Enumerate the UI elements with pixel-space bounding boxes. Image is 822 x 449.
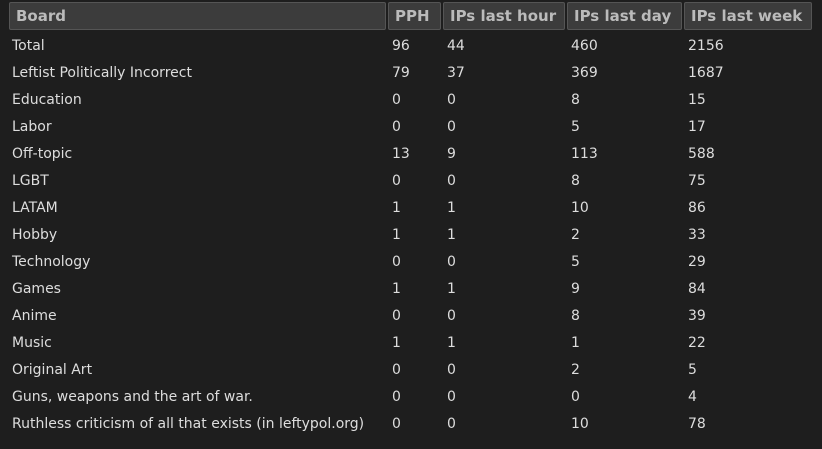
ips-last-hour-cell: 0	[447, 388, 456, 405]
board-name-cell: Leftist Politically Incorrect	[12, 64, 192, 81]
board-name-cell: Original Art	[12, 361, 93, 378]
table-row: Games 1 1 9 84	[9, 275, 812, 302]
pph-cell: 1	[392, 226, 401, 243]
ips-last-hour-cell: 0	[447, 253, 456, 270]
ips-last-week-cell: 17	[688, 118, 706, 135]
ips-last-week-cell: 75	[688, 172, 706, 189]
ips-last-day-cell: 369	[571, 64, 598, 81]
pph-cell: 0	[392, 253, 401, 270]
board-name-cell: Guns, weapons and the art of war.	[12, 388, 253, 405]
ips-last-hour-cell: 0	[447, 172, 456, 189]
table-row: Anime 0 0 8 39	[9, 302, 812, 329]
table-row: Hobby 1 1 2 33	[9, 221, 812, 248]
pph-cell: 0	[392, 361, 401, 378]
pph-cell: 0	[392, 172, 401, 189]
column-header-pph[interactable]: PPH	[388, 2, 441, 30]
ips-last-hour-cell: 37	[447, 64, 465, 81]
pph-cell: 0	[392, 91, 401, 108]
ips-last-hour-cell: 44	[447, 37, 465, 54]
ips-last-week-cell: 86	[688, 199, 706, 216]
pph-cell: 96	[392, 37, 410, 54]
ips-last-week-cell: 39	[688, 307, 706, 324]
column-header-ips-last-hour[interactable]: IPs last hour	[443, 2, 565, 30]
pph-cell: 0	[392, 307, 401, 324]
ips-last-week-cell: 1687	[688, 64, 724, 81]
table-row: Original Art 0 0 2 5	[9, 356, 812, 383]
ips-last-hour-cell: 1	[447, 199, 456, 216]
pph-cell: 1	[392, 199, 401, 216]
ips-last-hour-cell: 0	[447, 91, 456, 108]
table-row: LATAM 1 1 10 86	[9, 194, 812, 221]
ips-last-week-cell: 29	[688, 253, 706, 270]
ips-last-day-cell: 8	[571, 172, 580, 189]
table-row: LGBT 0 0 8 75	[9, 167, 812, 194]
board-name-cell: Ruthless criticism of all that exists (i…	[12, 415, 365, 432]
table-row: Leftist Politically Incorrect 79 37 369 1687	[9, 59, 812, 86]
board-name-cell: Labor	[12, 118, 52, 135]
ips-last-day-cell: 2	[571, 226, 580, 243]
table-row: Total 96 44 460 2156	[9, 30, 812, 59]
ips-last-day-cell: 5	[571, 118, 580, 135]
board-name-cell: LATAM	[12, 199, 58, 216]
board-name-cell: Off-topic	[12, 145, 73, 162]
table-body: Total 96 44 460 2156 Leftist Politically Inco…	[9, 30, 812, 437]
ips-last-week-cell: 4	[688, 388, 697, 405]
ips-last-hour-cell: 1	[447, 280, 456, 297]
board-stats-container: Board PPH IPs last hour IPs last day IPs…	[7, 2, 814, 437]
ips-last-day-cell: 113	[571, 145, 598, 162]
board-name-cell: Music	[12, 334, 52, 351]
ips-last-week-cell: 588	[688, 145, 715, 162]
ips-last-day-cell: 8	[571, 91, 580, 108]
ips-last-hour-cell: 0	[447, 415, 456, 432]
table-row: Guns, weapons and the art of war. 0 0 0 4	[9, 383, 812, 410]
ips-last-day-cell: 2	[571, 361, 580, 378]
board-stats-table: Board PPH IPs last hour IPs last day IPs…	[7, 2, 814, 437]
column-header-ips-last-day[interactable]: IPs last day	[567, 2, 682, 30]
ips-last-day-cell: 460	[571, 37, 598, 54]
ips-last-hour-cell: 0	[447, 361, 456, 378]
ips-last-day-cell: 1	[571, 334, 580, 351]
board-name-cell: Anime	[12, 307, 57, 324]
table-row: Education 0 0 8 15	[9, 86, 812, 113]
board-name-cell: Games	[12, 280, 61, 297]
table-row: Ruthless criticism of all that exists (i…	[9, 410, 812, 437]
ips-last-week-cell: 15	[688, 91, 706, 108]
ips-last-day-cell: 10	[571, 199, 589, 216]
pph-cell: 79	[392, 64, 410, 81]
ips-last-hour-cell: 1	[447, 226, 456, 243]
board-name-cell: Education	[12, 91, 82, 108]
board-name-cell: Total	[12, 37, 45, 54]
ips-last-week-cell: 78	[688, 415, 706, 432]
pph-cell: 0	[392, 388, 401, 405]
ips-last-hour-cell: 9	[447, 145, 456, 162]
board-name-cell: Hobby	[12, 226, 58, 243]
table-row: Off-topic 13 9 113 588	[9, 140, 812, 167]
ips-last-hour-cell: 0	[447, 307, 456, 324]
pph-cell: 1	[392, 334, 401, 351]
ips-last-day-cell: 8	[571, 307, 580, 324]
board-name-cell: Technology	[12, 253, 91, 270]
ips-last-week-cell: 5	[688, 361, 697, 378]
ips-last-day-cell: 5	[571, 253, 580, 270]
ips-last-day-cell: 9	[571, 280, 580, 297]
ips-last-day-cell: 0	[571, 388, 580, 405]
ips-last-week-cell: 2156	[688, 37, 724, 54]
ips-last-hour-cell: 0	[447, 118, 456, 135]
pph-cell: 0	[392, 415, 401, 432]
column-header-ips-last-week[interactable]: IPs last week	[684, 2, 812, 30]
table-row: Music 1 1 1 22	[9, 329, 812, 356]
pph-cell: 13	[392, 145, 410, 162]
ips-last-week-cell: 22	[688, 334, 706, 351]
table-row: Labor 0 0 5 17	[9, 113, 812, 140]
ips-last-day-cell: 10	[571, 415, 589, 432]
pph-cell: 1	[392, 280, 401, 297]
ips-last-week-cell: 84	[688, 280, 706, 297]
ips-last-hour-cell: 1	[447, 334, 456, 351]
header-row: Board PPH IPs last hour IPs last day IPs…	[9, 2, 812, 30]
ips-last-week-cell: 33	[688, 226, 706, 243]
pph-cell: 0	[392, 118, 401, 135]
board-name-cell: LGBT	[12, 172, 49, 189]
table-row: Technology 0 0 5 29	[9, 248, 812, 275]
column-header-board[interactable]: Board	[9, 2, 386, 30]
